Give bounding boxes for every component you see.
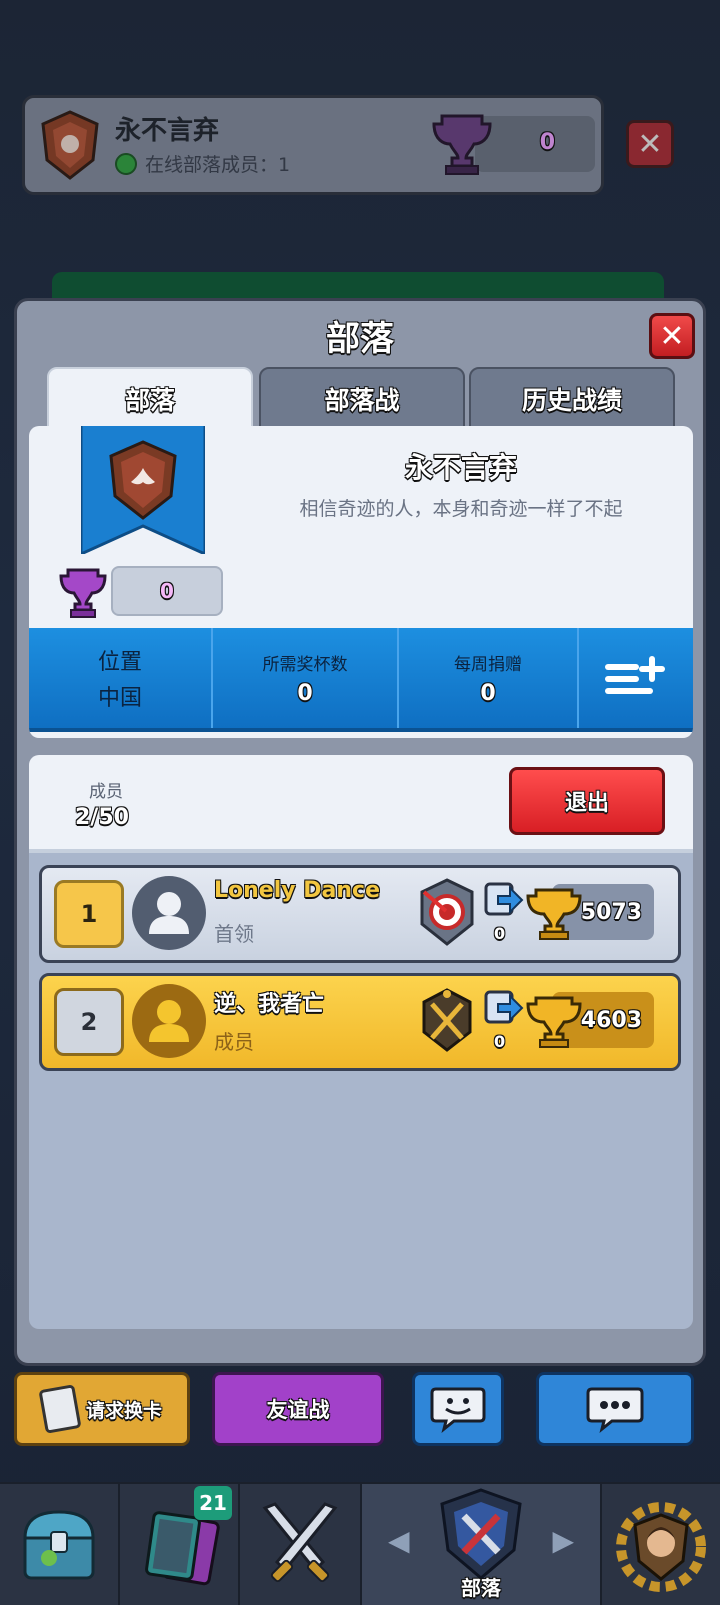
list-add-icon (605, 656, 665, 694)
chevron-right-icon: ▶ (552, 1524, 574, 1557)
tab-war-history[interactable]: 历史战绩 (469, 367, 675, 431)
close-button[interactable]: ✕ (649, 313, 695, 359)
background-close-icon: ✕ (626, 120, 674, 168)
gold-trophy-icon (526, 996, 582, 1048)
leave-clan-button[interactable]: 退出 (509, 767, 665, 835)
clan-shield-icon (440, 1487, 522, 1580)
stat-required-trophies-label: 所需奖杯数 (262, 655, 348, 675)
online-members-text: 在线部落成员：1 (145, 154, 291, 176)
members-header: 成员 2/50 退出 (29, 755, 693, 853)
crossed-swords-icon (262, 1501, 338, 1582)
chat-button[interactable] (536, 1372, 694, 1446)
panel-title: 部落 (326, 319, 394, 359)
chat-bubble-icon (586, 1387, 644, 1433)
stat-weekly-donations-value: 0 (480, 681, 496, 706)
emote-button[interactable] (412, 1372, 504, 1446)
stat-required-trophies-value: 0 (297, 681, 313, 706)
background-clan-name: 永不言弃 (115, 116, 220, 146)
smiley-chat-icon (430, 1387, 486, 1433)
clan-trophy-value: 0 (160, 579, 174, 603)
member-role: 首领 (214, 922, 254, 946)
nav-shop[interactable] (0, 1484, 120, 1605)
arena-crossed-swords-icon (422, 988, 472, 1052)
stat-location-value: 中国 (97, 686, 142, 711)
nav-battle[interactable] (240, 1484, 362, 1605)
clan-banner-icon (81, 426, 205, 554)
player-laurel-avatar-icon (616, 1501, 706, 1592)
members-count: 2/50 (75, 805, 129, 830)
card-icon (38, 1384, 82, 1434)
background-clan-header: 永不言弃 在线部落成员：1 0 (22, 95, 604, 195)
stat-required-trophies: 所需奖杯数 0 (213, 628, 399, 728)
gold-trophy-icon (526, 888, 582, 940)
stat-weekly-donations-label: 每周捐赠 (454, 655, 522, 675)
stat-location-label: 位置 (97, 650, 142, 675)
avatar (132, 876, 206, 950)
user-icon (149, 1000, 189, 1042)
nav-profile[interactable] (602, 1484, 720, 1605)
friendly-battle-button[interactable]: 友谊战 (212, 1372, 384, 1446)
donate-icon (484, 990, 524, 1024)
clan-stats-bar: 位置 中国 所需奖杯数 0 每周捐赠 0 (29, 628, 693, 732)
member-role: 成员 (214, 1030, 254, 1054)
online-dot-icon (115, 152, 137, 175)
clan-description: 相信奇迹的人，本身和奇迹一样了不起 (299, 498, 623, 520)
request-cards-button[interactable]: 请求换卡 (14, 1372, 190, 1446)
cards-badge: 21 (194, 1486, 232, 1520)
nav-cards[interactable]: 21 (120, 1484, 240, 1605)
stat-location: 位置 中国 (29, 628, 213, 728)
member-trophies: 4603 (580, 1007, 642, 1033)
members-label: 成员 (89, 782, 123, 802)
avatar (132, 984, 206, 1058)
clan-name: 永不言弃 (404, 451, 517, 484)
nav-clan-label: 部落 (461, 1576, 501, 1600)
arena-target-icon (420, 878, 474, 946)
donate-icon (484, 882, 524, 916)
trophy-icon (432, 114, 492, 175)
member-rank: 1 (54, 880, 124, 948)
nav-clan[interactable]: ◀ ▶ 部落 (362, 1484, 602, 1605)
clan-badge-icon (41, 110, 99, 180)
request-cards-label: 请求换卡 (85, 1399, 162, 1422)
member-trophies: 5073 (580, 899, 642, 925)
friendly-battle-label: 友谊战 (266, 1398, 330, 1422)
member-row[interactable]: 2 逆、我者亡 成员 0 4603 (39, 973, 681, 1071)
close-icon: ✕ (659, 318, 685, 354)
bottom-navigation: 21 ◀ ▶ 部落 (0, 1482, 720, 1605)
member-rank: 2 (54, 988, 124, 1056)
member-donations: 0 (494, 1032, 506, 1051)
chevron-left-icon: ◀ (388, 1524, 410, 1557)
member-name: 逆、我者亡 (214, 992, 325, 1017)
member-donations: 0 (494, 924, 506, 943)
user-icon (149, 892, 189, 934)
clan-panel: 部落 ✕ 部落 部落战 历史战绩 永不言弃 相信奇迹的人，本身和奇迹一样了不起 … (14, 298, 706, 1366)
member-row[interactable]: 1 Lonely Dance 首领 0 5073 (39, 865, 681, 963)
stat-weekly-donations: 每周捐赠 0 (399, 628, 579, 728)
clan-options-button[interactable] (579, 628, 693, 728)
tab-clan[interactable]: 部落 (47, 367, 253, 431)
member-name: Lonely Dance (214, 878, 380, 903)
clan-info-card: 永不言弃 相信奇迹的人，本身和奇迹一样了不起 0 位置 中国 所需奖杯数 0 每… (29, 426, 693, 738)
online-members: 在线部落成员：1 (115, 150, 290, 177)
background-trophy-value: 0 (539, 130, 555, 155)
clan-trophy-pill: 0 (111, 566, 223, 616)
members-list: 1 Lonely Dance 首领 0 5073 2 逆、我者亡 成员 0 46… (29, 849, 693, 1329)
clan-trophy-icon (59, 568, 107, 618)
tab-clan-war[interactable]: 部落战 (259, 367, 465, 431)
treasure-chest-icon (23, 1509, 95, 1579)
